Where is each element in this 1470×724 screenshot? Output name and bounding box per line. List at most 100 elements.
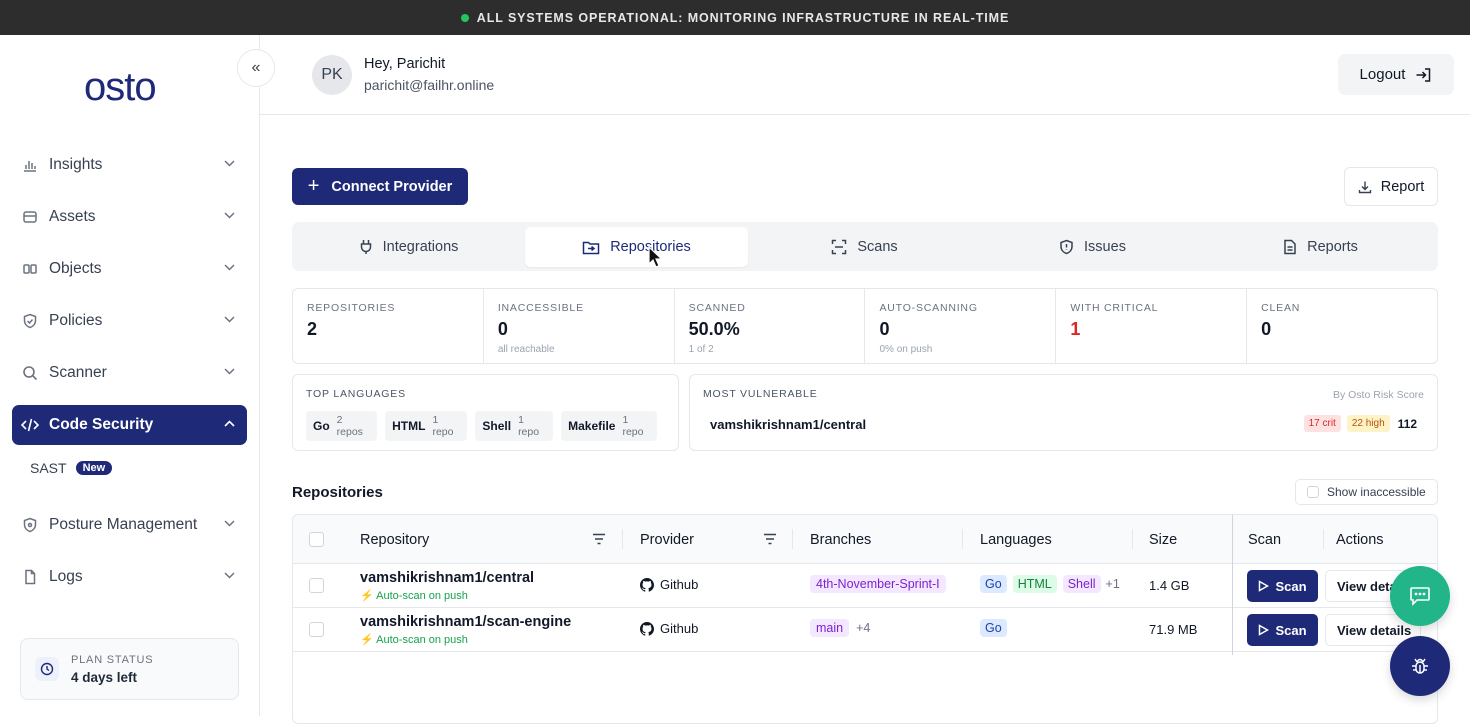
repository-name-link[interactable]: vamshikrishnam1/central (360, 570, 534, 586)
column-scan: Scan (1248, 531, 1282, 548)
row-checkbox[interactable] (309, 622, 324, 637)
chat-support-button[interactable] (1390, 566, 1450, 626)
report-button[interactable]: Report (1344, 167, 1438, 206)
collapse-sidebar-button[interactable]: « (237, 49, 275, 87)
column-provider: Provider (640, 531, 694, 548)
repositories-table: Repository Provider Branches Languages S… (292, 514, 1438, 724)
stat-value: 0 (1261, 319, 1272, 339)
stat-value: 0 (497, 319, 508, 339)
row-checkbox[interactable] (309, 578, 324, 593)
status-banner: ALL SYSTEMS OPERATIONAL: MONITORING INFR… (0, 0, 1470, 35)
repository-size: 1.4 GB (1149, 578, 1190, 593)
language-chip-html: HTML (1012, 575, 1057, 593)
sidebar-item-label: Policies (49, 312, 103, 329)
tab-repositories[interactable]: Repositories (525, 227, 748, 267)
sidebar-item-code-security[interactable]: Code Security (12, 405, 247, 445)
database-icon (21, 208, 39, 226)
tab-reports[interactable]: Reports (1209, 227, 1432, 267)
sidebar-item-scanner[interactable]: Scanner (12, 353, 247, 393)
branch-chip: 4th-November-Sprint-I (810, 575, 946, 593)
shield-icon (21, 516, 39, 534)
tab-scans[interactable]: Scans (753, 227, 976, 267)
show-inaccessible-toggle[interactable]: Show inaccessible (1295, 479, 1438, 505)
osto-logo[interactable]: osto (84, 65, 157, 110)
user-greeting: Hey, Parichit (364, 56, 446, 72)
sidebar-item-label: Objects (49, 260, 102, 277)
document-icon (1284, 239, 1296, 255)
stat-label: INACCESSIBLE (497, 302, 584, 314)
stat-label: WITH CRITICAL (1070, 302, 1159, 314)
language-chip-shell: Shell (1062, 575, 1101, 593)
sidebar-item-insights[interactable]: Insights (12, 145, 247, 185)
sidebar-item-label: Scanner (49, 364, 107, 381)
tab-label: Integrations (382, 239, 459, 255)
avatar[interactable]: PK (312, 55, 352, 95)
logout-button[interactable]: Logout (1338, 54, 1454, 95)
chat-bubble-icon (1410, 587, 1430, 606)
chevron-down-icon (224, 158, 235, 170)
select-all-checkbox[interactable] (309, 532, 324, 547)
stat-auto-scanning: AUTO-SCANNING 0 0% on push (865, 289, 1057, 363)
language-chip-go: Go (980, 619, 1007, 637)
tab-integrations[interactable]: Integrations (297, 227, 520, 267)
table-header: Repository Provider Branches Languages S… (293, 515, 1437, 564)
sidebar-item-label: Assets (49, 208, 96, 225)
play-icon (1259, 580, 1270, 592)
chevron-down-icon (224, 366, 235, 378)
sidebar-subitem-label: SAST (30, 460, 67, 476)
sidebar-subitem-sast[interactable]: SAST New (30, 460, 113, 476)
filter-icon[interactable] (763, 533, 777, 545)
show-inaccessible-checkbox[interactable] (1307, 486, 1319, 498)
repository-name-link[interactable]: vamshikrishnam1/scan-engine (360, 614, 571, 630)
shield-check-icon (21, 312, 39, 330)
plus-icon: + (307, 175, 320, 197)
filter-icon[interactable] (592, 533, 606, 545)
stat-label: CLEAN (1261, 302, 1301, 314)
sidebar-item-posture-management[interactable]: Posture Management (12, 505, 247, 545)
chevron-up-icon (224, 418, 235, 430)
double-chevron-left-icon: « (251, 59, 261, 76)
most-vulnerable-repo[interactable]: vamshikrishnam1/central (710, 417, 866, 432)
scan-button[interactable]: Scan (1247, 614, 1318, 646)
user-email: parichit@failhr.online (364, 77, 495, 93)
chevron-down-icon (224, 314, 235, 326)
plan-status-label: PLAN STATUS (71, 653, 154, 666)
sidebar-item-label: Logs (49, 568, 83, 585)
chevron-down-icon (224, 570, 235, 582)
report-bug-button[interactable] (1390, 636, 1450, 696)
show-inaccessible-label: Show inaccessible (1327, 485, 1426, 499)
mouse-cursor-icon (648, 246, 662, 268)
sidebar-item-logs[interactable]: Logs (12, 557, 247, 597)
top-languages-label: TOP LANGUAGES (306, 388, 406, 400)
report-label: Report (1380, 178, 1425, 195)
page-header: PK Hey, Parichit parichit@failhr.online … (260, 35, 1470, 115)
auto-scan-status: ⚡ Auto-scan on push (360, 634, 468, 646)
connect-provider-button[interactable]: + Connect Provider (292, 168, 468, 205)
objects-icon (21, 260, 39, 278)
stat-repositories: REPOSITORIES 2 (293, 289, 484, 363)
scan-button[interactable]: Scan (1247, 570, 1318, 602)
column-actions: Actions (1336, 531, 1384, 548)
branch-chip: main (810, 619, 850, 637)
github-icon (640, 577, 654, 592)
clock-icon (35, 657, 59, 681)
chevron-down-icon (224, 262, 235, 274)
section-tabs: Integrations Repositories Scans Issues R… (292, 222, 1438, 271)
folder-icon (582, 241, 600, 254)
sidebar-item-policies[interactable]: Policies (12, 301, 247, 341)
stat-with-critical: WITH CRITICAL 1 (1056, 289, 1248, 363)
code-icon (21, 416, 39, 434)
sidebar-item-label: Code Security (49, 416, 154, 433)
column-repository: Repository (360, 531, 430, 548)
tab-issues[interactable]: Issues (981, 227, 1204, 267)
language-chip: Makefile 1 repo (561, 411, 657, 441)
stat-sub: 1 of 2 (688, 344, 714, 355)
stat-label: AUTO-SCANNING (879, 302, 978, 314)
sidebar-item-assets[interactable]: Assets (12, 197, 247, 237)
sidebar-item-objects[interactable]: Objects (12, 249, 247, 289)
stat-value: 1 (1070, 319, 1081, 339)
column-languages: Languages (980, 531, 1052, 548)
bar-chart-icon (21, 156, 39, 174)
language-chip: Shell 1 repo (475, 411, 554, 441)
connect-provider-label: Connect Provider (331, 178, 453, 195)
